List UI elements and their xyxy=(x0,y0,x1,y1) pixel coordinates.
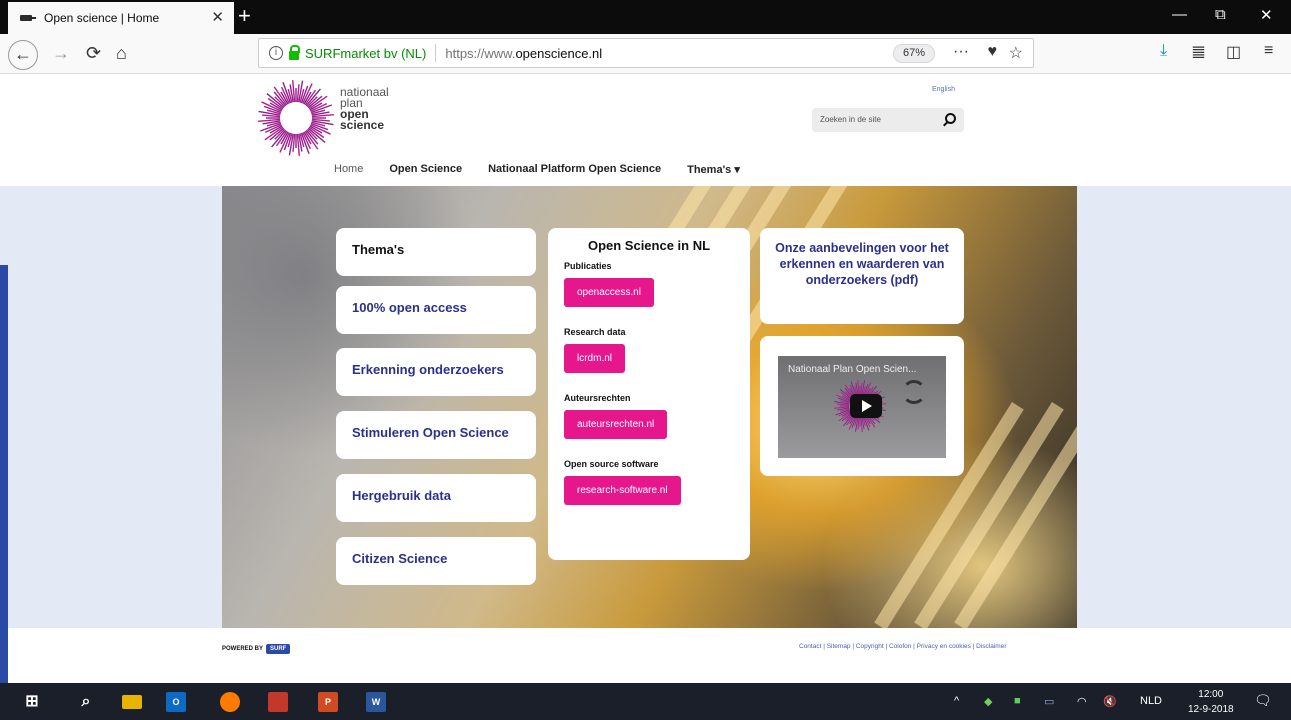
zoom-indicator[interactable]: 67% xyxy=(892,44,935,63)
logo-text[interactable]: nationaal plan open science xyxy=(340,86,389,131)
forward-button[interactable]: → xyxy=(52,41,70,65)
hero-section: Thema's 100% open access Erkenning onder… xyxy=(222,186,1077,628)
english-link[interactable]: English xyxy=(932,86,955,93)
windows-taskbar: ⊞ ⌕ O P W ^ ◆ ■ ▭ ◠ 🔇 NLD 12:00 12-9-201… xyxy=(0,683,1291,720)
search-placeholder: Zoeken in de site xyxy=(820,115,881,124)
address-bar[interactable]: i SURFmarket bv (NL) https://www.opensci… xyxy=(258,38,1034,68)
outlook-icon[interactable]: O xyxy=(166,692,186,712)
start-icon[interactable]: ⊞ xyxy=(22,692,42,712)
library-icon[interactable]: 𝍤 xyxy=(1192,42,1205,69)
themes-heading: Thema's xyxy=(336,228,536,276)
video-player[interactable]: Nationaal Plan Open Scien... xyxy=(778,356,946,458)
firefox-icon[interactable] xyxy=(220,692,240,712)
nav-home[interactable]: Home xyxy=(334,163,363,176)
section-label: Research data xyxy=(564,327,626,337)
theme-stimuleren[interactable]: Stimuleren Open Science xyxy=(336,411,536,459)
lcrdm-button[interactable]: lcrdm.nl xyxy=(564,344,626,373)
site-identity[interactable]: SURFmarket bv (NL) xyxy=(305,46,426,61)
video-card: Nationaal Plan Open Scien... xyxy=(760,336,964,476)
language-indicator[interactable]: NLD xyxy=(1140,695,1162,707)
main-navigation: Home Open Science Nationaal Platform Ope… xyxy=(334,163,740,176)
recommendations-link[interactable]: Onze aanbevelingen voor het erkennen en … xyxy=(760,228,964,324)
sidebar-icon[interactable]: ◫ xyxy=(1226,42,1241,62)
tray-app-icon[interactable]: ◆ xyxy=(984,695,992,708)
tray-device-icon[interactable]: ▭ xyxy=(1044,695,1054,708)
site-favicon-icon xyxy=(20,12,36,24)
section-label: Open source software xyxy=(564,459,659,469)
nav-open-science[interactable]: Open Science xyxy=(389,163,462,176)
home-button[interactable]: ⌂ xyxy=(116,41,127,65)
theme-erkenning[interactable]: Erkenning onderzoekers xyxy=(336,348,536,396)
word-icon[interactable]: W xyxy=(366,692,386,712)
right-band xyxy=(1077,186,1291,628)
nationaal-plan-logo[interactable] xyxy=(258,80,334,156)
notifications-icon[interactable]: 🗨 xyxy=(1254,692,1272,709)
auteursrechten-button[interactable]: auteursrechten.nl xyxy=(564,410,668,439)
web-page: nationaal plan open science English Zoek… xyxy=(0,74,1291,683)
paint-app-icon[interactable] xyxy=(268,692,288,712)
play-icon[interactable] xyxy=(850,394,882,418)
search-icon[interactable] xyxy=(945,113,956,124)
center-title: Open Science in NL xyxy=(587,238,711,253)
nav-platform[interactable]: Nationaal Platform Open Science xyxy=(488,163,661,176)
page-footer: POWERED BY SURF Contact | Sitemap | Copyr… xyxy=(0,628,1291,683)
bookmark-star-icon[interactable]: ☆ xyxy=(1009,43,1023,63)
powered-by-surf[interactable]: POWERED BY SURF xyxy=(222,644,291,654)
desktop-edge xyxy=(0,265,8,683)
site-info-icon[interactable]: i xyxy=(269,46,283,60)
search-icon[interactable]: ⌕ xyxy=(76,692,96,712)
wifi-icon[interactable]: ◠ xyxy=(1077,695,1087,708)
theme-citizen-science[interactable]: Citizen Science xyxy=(336,537,536,585)
footer-links[interactable]: Contact | Sitemap | Copyright | Colofon … xyxy=(799,643,1007,650)
tab-bar: Open science | Home ✕ + — ⧉ ✕ xyxy=(0,0,1291,34)
file-explorer-icon[interactable] xyxy=(122,695,142,709)
loading-icon xyxy=(902,380,926,404)
downloads-icon[interactable]: ⤓ xyxy=(1160,42,1167,60)
section-label: Auteursrechten xyxy=(564,393,631,403)
navigation-toolbar: ← → ⟳ ⌂ i SURFmarket bv (NL) https://www… xyxy=(0,34,1291,74)
powerpoint-icon[interactable]: P xyxy=(318,692,338,712)
tab-title: Open science | Home xyxy=(44,11,160,25)
reload-button[interactable]: ⟳ xyxy=(86,41,101,65)
surf-logo: SURF xyxy=(266,644,291,654)
url-divider xyxy=(435,44,437,62)
tray-security-icon[interactable]: ■ xyxy=(1014,695,1021,707)
openaccess-button[interactable]: openaccess.nl xyxy=(564,278,654,307)
theme-open-access[interactable]: 100% open access xyxy=(336,286,536,334)
research-software-button[interactable]: research-software.nl xyxy=(564,476,681,505)
volume-muted-icon[interactable]: 🔇 xyxy=(1103,695,1117,708)
new-tab-button[interactable]: + xyxy=(238,3,251,29)
pocket-icon[interactable]: ♥ xyxy=(988,43,998,61)
lock-icon xyxy=(289,44,300,60)
open-science-nl-card: Open Science in NL Publicaties openacces… xyxy=(548,228,750,560)
site-search-input[interactable]: Zoeken in de site xyxy=(812,108,964,132)
window-close-button[interactable]: ✕ xyxy=(1260,6,1273,24)
tab-open-science[interactable]: Open science | Home ✕ xyxy=(8,2,234,34)
menu-icon[interactable]: ≡ xyxy=(1264,42,1273,60)
video-title[interactable]: Nationaal Plan Open Scien... xyxy=(788,364,916,375)
nav-themas[interactable]: Thema's ▾ xyxy=(687,163,740,176)
back-button[interactable]: ← xyxy=(8,40,38,70)
left-band xyxy=(0,186,222,628)
tab-close-icon[interactable]: ✕ xyxy=(211,8,224,26)
theme-hergebruik-data[interactable]: Hergebruik data xyxy=(336,474,536,522)
minimize-button[interactable]: — xyxy=(1172,6,1187,23)
page-actions-icon[interactable]: ··· xyxy=(953,43,969,61)
clock[interactable]: 12:00 12-9-2018 xyxy=(1188,687,1234,717)
tray-overflow-icon[interactable]: ^ xyxy=(954,695,959,707)
url-text[interactable]: https://www.openscience.nl xyxy=(445,46,602,61)
hero-decor xyxy=(954,402,1077,628)
restore-button[interactable]: ⧉ xyxy=(1215,6,1226,23)
section-label: Publicaties xyxy=(564,261,612,271)
